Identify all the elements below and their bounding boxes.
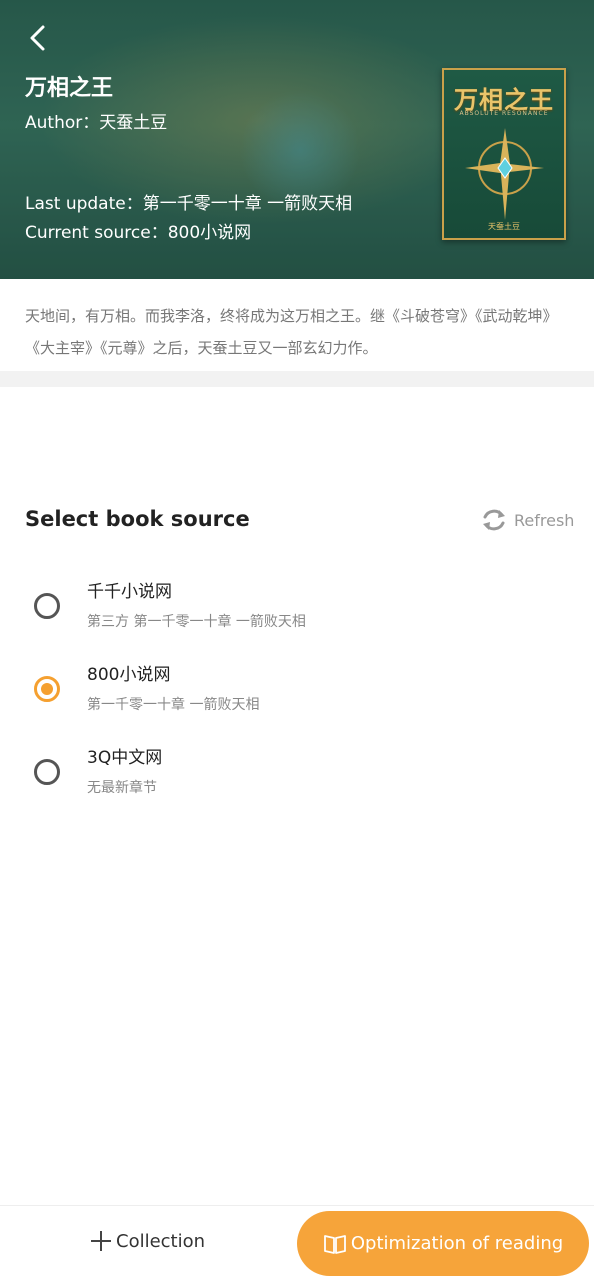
optimization-reading-button[interactable]: Optimization of reading (297, 1211, 589, 1276)
plus-icon (91, 1231, 111, 1251)
chevron-left-icon (30, 25, 45, 51)
source-option[interactable]: 3Q中文网 无最新章节 (0, 743, 594, 813)
section-divider (0, 371, 594, 387)
source-latest-chapter: 无最新章节 (87, 780, 157, 796)
book-description: 天地间，有万相。而我李洛，终将成为这万相之王。继《斗破苍穹》《武动乾坤》《大主宰… (25, 307, 558, 357)
refresh-icon (483, 509, 505, 531)
source-option[interactable]: 800小说网 第一千零一十章 一箭败天相 (0, 660, 594, 730)
radio-button[interactable] (34, 593, 60, 619)
book-author: Author：天蚕土豆 (25, 113, 168, 133)
source-latest-chapter: 第三方 第一千零一十章 一箭败天相 (87, 614, 306, 630)
source-name: 千千小说网 (87, 582, 172, 602)
current-source: Current source：800小说网 (25, 223, 252, 243)
source-name: 800小说网 (87, 665, 171, 685)
radio-button[interactable] (34, 759, 60, 785)
source-section-title: Select book source (25, 507, 250, 531)
bottom-action-bar: Collection Optimization of reading (0, 1205, 594, 1281)
source-latest-chapter: 第一千零一十章 一箭败天相 (87, 697, 260, 713)
radio-button-selected[interactable] (34, 676, 60, 702)
optimization-reading-label: Optimization of reading (350, 1233, 564, 1254)
cover-subtitle: ABSOLUTE RESONANCE (459, 110, 549, 117)
book-title: 万相之王 (25, 76, 114, 101)
book-header: 万相之王 Author：天蚕土豆 Last update：第一千零一十章 一箭败… (0, 0, 594, 279)
back-button[interactable] (20, 20, 56, 56)
cover-author: 天蚕土豆 (488, 222, 520, 231)
collection-label: Collection (116, 1230, 206, 1252)
book-cover[interactable]: 万相之王 ABSOLUTE RESONANCE 天蚕土豆 (442, 68, 566, 240)
collection-button[interactable]: Collection (90, 1230, 205, 1252)
book-icon (323, 1234, 346, 1254)
refresh-label: Refresh (514, 510, 575, 530)
cover-emblem-icon (465, 128, 544, 220)
source-name: 3Q中文网 (87, 748, 163, 768)
source-option[interactable]: 千千小说网 第三方 第一千零一十章 一箭败天相 (0, 577, 594, 647)
refresh-button[interactable]: Refresh (480, 506, 574, 534)
last-update: Last update：第一千零一十章 一箭败天相 (25, 194, 353, 214)
